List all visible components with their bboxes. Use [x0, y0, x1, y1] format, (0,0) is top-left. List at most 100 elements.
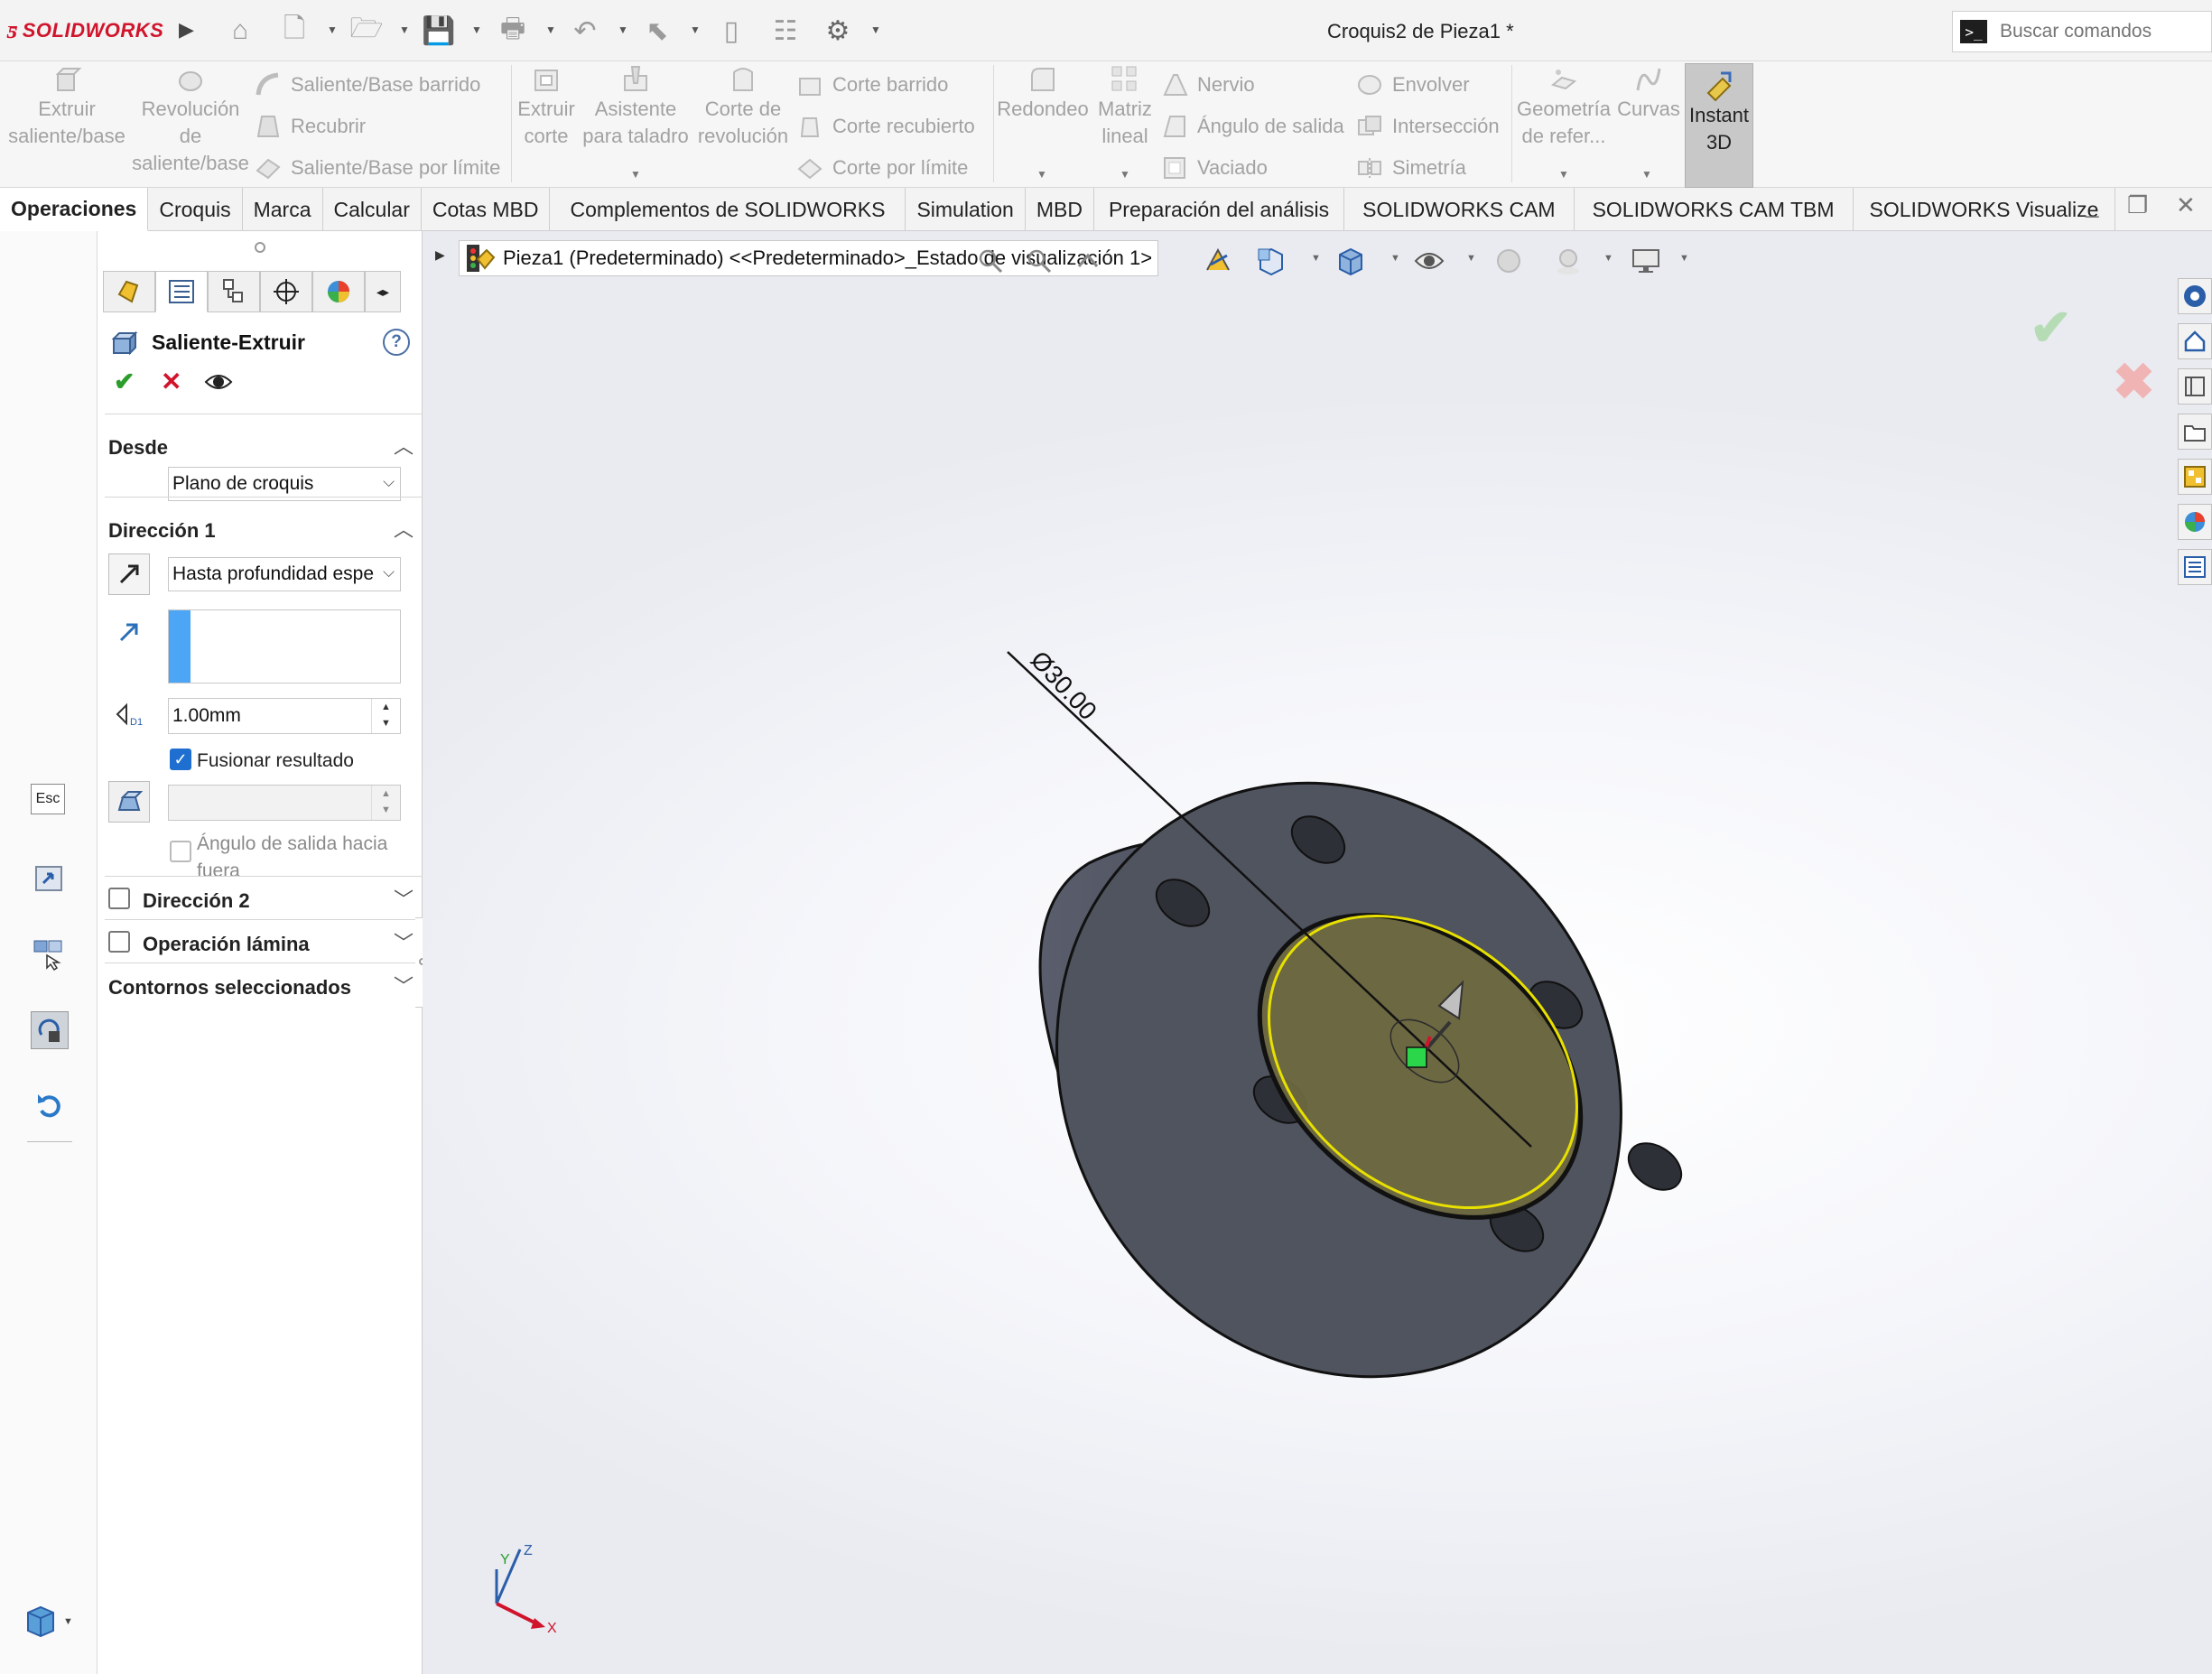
- tab-simulation[interactable]: Simulation: [906, 188, 1026, 231]
- more-tabs-scroll[interactable]: ◂▸: [365, 271, 401, 312]
- end-condition-select[interactable]: Hasta profundidad espe ⌵: [168, 557, 401, 591]
- tab-marca[interactable]: Marca: [243, 188, 323, 231]
- new-dropdown-icon[interactable]: ▼: [327, 23, 338, 36]
- print-icon[interactable]: 🖶: [495, 13, 531, 49]
- depth-spinbox[interactable]: 1.00mm ▲ ▼: [168, 698, 401, 734]
- draft-toggle-button[interactable]: [108, 781, 150, 823]
- configuration-manager-tab[interactable]: [208, 271, 260, 312]
- ok-check-icon[interactable]: ✔: [114, 367, 135, 396]
- operacion-lamina-checkbox[interactable]: [108, 931, 130, 953]
- pattern-dropdown-icon[interactable]: ▼: [1120, 168, 1130, 181]
- simetria-button[interactable]: Simetría: [1356, 150, 1466, 186]
- view-orientation-cube-icon[interactable]: [23, 1602, 61, 1640]
- open-icon[interactable]: 🗁: [349, 13, 385, 49]
- tab-croquis[interactable]: Croquis: [148, 188, 243, 231]
- save-icon[interactable]: 💾: [421, 13, 457, 49]
- preview-eye-icon[interactable]: [204, 370, 233, 399]
- undo-dropdown-icon[interactable]: ▼: [618, 23, 628, 36]
- search-commands-box[interactable]: >_: [1952, 11, 2212, 52]
- home-pane-icon[interactable]: [2178, 323, 2212, 359]
- redondeo-button[interactable]: Redondeo: [995, 63, 1091, 123]
- angulo-salida-button[interactable]: Ángulo de salida: [1161, 108, 1344, 144]
- tab-preparacion-analisis[interactable]: Preparación del análisis: [1094, 188, 1345, 231]
- tab-mbd[interactable]: MBD: [1026, 188, 1094, 231]
- save-dropdown-icon[interactable]: ▼: [471, 23, 482, 36]
- tab-solidworks-cam-tbm[interactable]: SOLIDWORKS CAM TBM: [1575, 188, 1854, 231]
- close-icon[interactable]: ✕: [2176, 191, 2196, 219]
- collapse-chevron-icon[interactable]: ︿: [394, 514, 414, 543]
- tab-complementos[interactable]: Complementos de SOLIDWORKS: [550, 188, 906, 231]
- restore-icon[interactable]: ❐: [2127, 191, 2148, 219]
- reverse-direction-button[interactable]: [108, 553, 150, 595]
- nervio-button[interactable]: Nervio: [1161, 67, 1255, 103]
- merge-result-checkbox[interactable]: ✓: [170, 749, 191, 770]
- fillet-dropdown-icon[interactable]: ▼: [1036, 168, 1047, 181]
- saliente-barrido-button[interactable]: Saliente/Base barrido: [255, 67, 480, 103]
- tab-solidworks-visualize[interactable]: SOLIDWORKS Visualize: [1854, 188, 2116, 231]
- expand-chevron-icon[interactable]: ﹀: [394, 971, 414, 1000]
- dimxpert-manager-tab[interactable]: [260, 271, 312, 312]
- tab-solidworks-cam[interactable]: SOLIDWORKS CAM: [1344, 188, 1575, 231]
- direction-reference-selection-box[interactable]: [168, 609, 401, 684]
- view-palette-icon[interactable]: [2178, 459, 2212, 495]
- instant3d-button[interactable]: Instant 3D: [1685, 63, 1753, 188]
- custom-properties-icon[interactable]: [2178, 549, 2212, 585]
- asistente-taladro-button[interactable]: Asistente para taladro: [580, 63, 692, 150]
- corte-recubierto-button[interactable]: Corte recubierto: [796, 108, 975, 144]
- view-cube-dropdown-icon[interactable]: ▼: [63, 1616, 73, 1627]
- extruir-saliente-button[interactable]: Extruir saliente/base: [5, 63, 128, 150]
- new-document-icon[interactable]: 🗋: [276, 13, 312, 49]
- select-dropdown-icon[interactable]: ▼: [690, 23, 701, 36]
- cancel-x-icon[interactable]: ✕: [161, 367, 181, 396]
- tab-cotas-mbd[interactable]: Cotas MBD: [422, 188, 551, 231]
- print-dropdown-icon[interactable]: ▼: [545, 23, 556, 36]
- panel-grip-icon[interactable]: [255, 242, 265, 253]
- interseccion-button[interactable]: Intersección: [1356, 108, 1500, 144]
- matriz-lineal-button[interactable]: Matriz lineal: [1092, 63, 1157, 150]
- extruir-corte-button[interactable]: Extruir corte: [515, 63, 578, 150]
- zoom-selection-icon[interactable]: [31, 935, 69, 973]
- home-icon[interactable]: ⌂: [222, 13, 258, 49]
- help-icon[interactable]: ?: [383, 329, 410, 356]
- collapse-chevron-icon[interactable]: ︿: [394, 431, 414, 460]
- solidworks-logo[interactable]: ƽ SOLIDWORKS: [7, 16, 163, 45]
- corte-revolucion-button[interactable]: Corte de revolución: [693, 63, 793, 150]
- minimize-icon[interactable]: _: [2086, 191, 2098, 219]
- display-manager-tab[interactable]: [312, 271, 365, 312]
- corte-limite-button[interactable]: Corte por límite: [796, 150, 968, 186]
- tab-calcular[interactable]: Calcular: [323, 188, 422, 231]
- options-dropdown-icon[interactable]: ▼: [870, 23, 881, 36]
- vaciado-button[interactable]: Vaciado: [1161, 150, 1268, 186]
- envolver-button[interactable]: Envolver: [1356, 67, 1470, 103]
- hole-wizard-dropdown-icon[interactable]: ▼: [630, 168, 641, 181]
- flange-part[interactable]: [944, 674, 1733, 1484]
- select-other-icon[interactable]: [31, 860, 69, 897]
- direccion2-checkbox[interactable]: [108, 888, 130, 909]
- undo-strip-icon[interactable]: [31, 1087, 69, 1125]
- diameter-dimension-text[interactable]: Ø30.00: [1026, 646, 1102, 725]
- solidworks-resources-icon[interactable]: [2178, 278, 2212, 314]
- graphics-area[interactable]: ▶ Pieza1 (Predeterminado) <<Predetermina…: [423, 231, 2212, 1674]
- esc-button[interactable]: Esc: [31, 784, 65, 814]
- corte-barrido-button[interactable]: Corte barrido: [796, 67, 948, 103]
- geometria-referencia-button[interactable]: Geometría de refer...: [1513, 63, 1614, 150]
- file-properties-icon[interactable]: ☷: [767, 13, 804, 49]
- expand-chevron-icon[interactable]: ﹀: [394, 884, 414, 913]
- menu-expand-icon[interactable]: ▶: [179, 18, 194, 42]
- tab-operaciones[interactable]: Operaciones: [0, 188, 149, 231]
- select-icon[interactable]: ⬉: [639, 13, 675, 49]
- saliente-limite-button[interactable]: Saliente/Base por límite: [255, 150, 500, 186]
- feature-manager-tab[interactable]: [103, 271, 155, 312]
- search-input[interactable]: [2000, 21, 2198, 42]
- expand-chevron-icon[interactable]: ﹀: [394, 927, 414, 956]
- reference-geometry-dropdown-icon[interactable]: ▼: [1558, 168, 1569, 181]
- appearances-icon[interactable]: [2178, 504, 2212, 540]
- curves-dropdown-icon[interactable]: ▼: [1641, 168, 1652, 181]
- lock-view-icon[interactable]: [31, 1011, 69, 1049]
- options-gear-icon[interactable]: ⚙: [820, 13, 856, 49]
- curvas-button[interactable]: Curvas: [1616, 63, 1681, 123]
- recubrir-button[interactable]: Recubrir: [255, 108, 366, 144]
- open-dropdown-icon[interactable]: ▼: [399, 23, 410, 36]
- property-manager-tab[interactable]: [155, 271, 208, 312]
- rebuild-icon[interactable]: ▯: [713, 13, 749, 49]
